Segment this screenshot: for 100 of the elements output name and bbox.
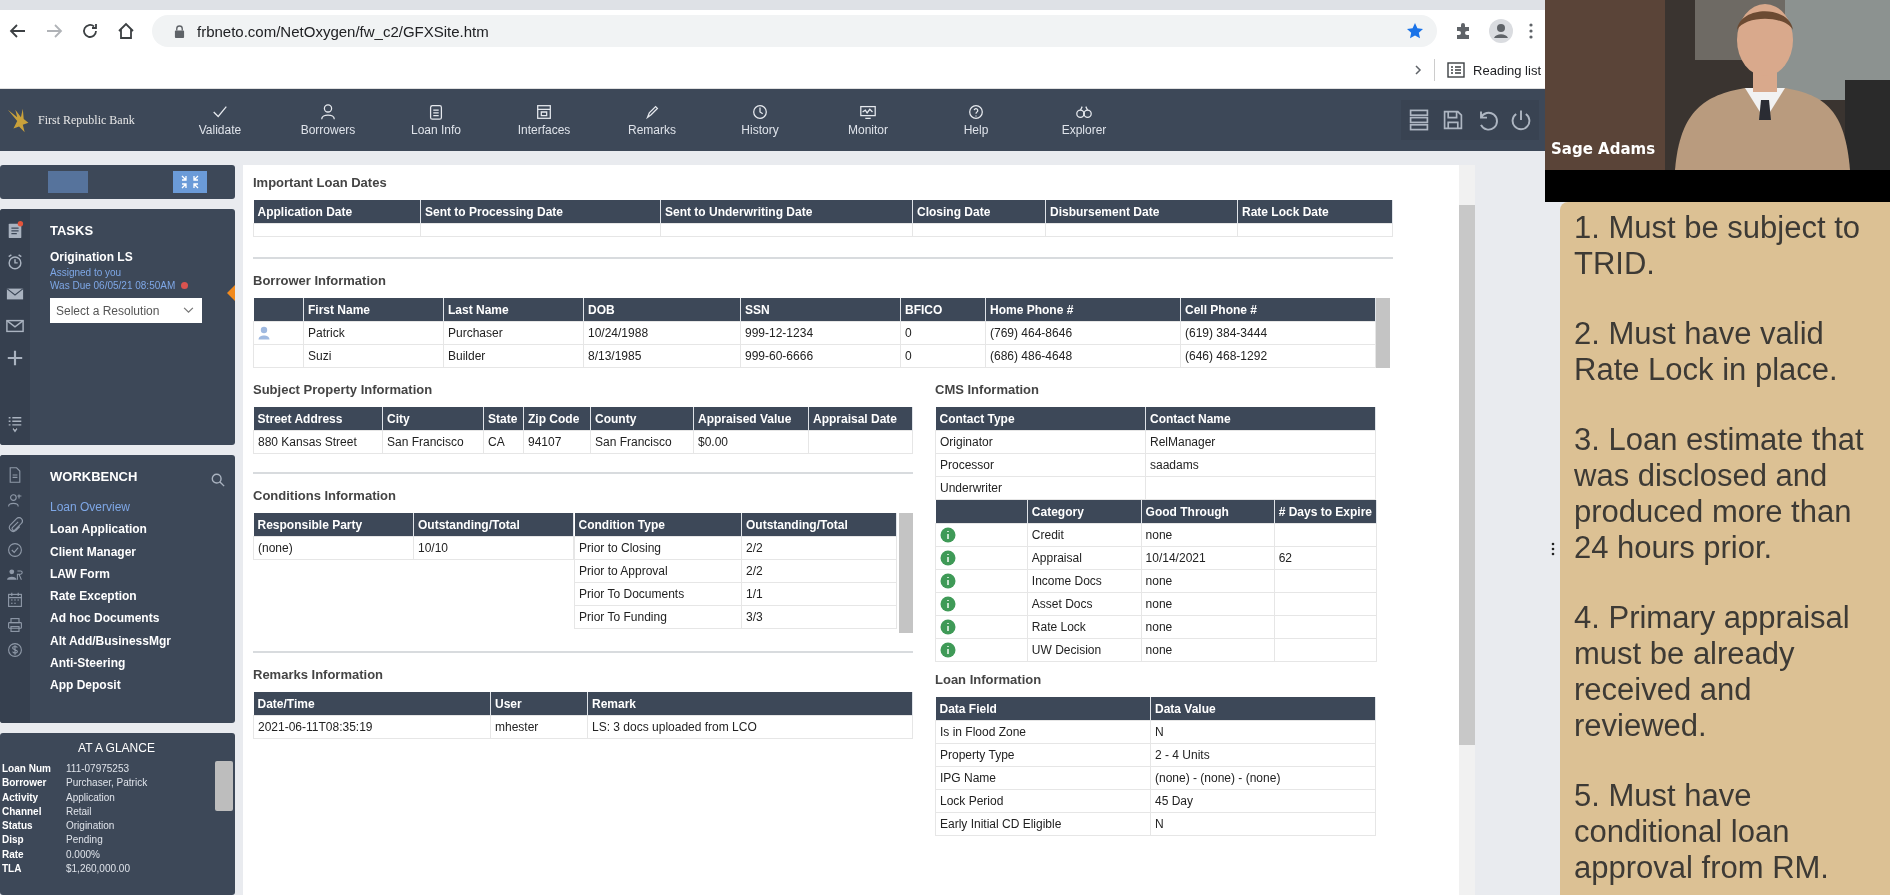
save-icon[interactable]: [1441, 108, 1465, 132]
printer-icon[interactable]: [7, 617, 23, 633]
workbench-link[interactable]: Anti-Steering: [50, 652, 225, 675]
collapse-button[interactable]: [173, 171, 207, 193]
field-value: Origination: [66, 819, 116, 834]
table-cell: none: [1145, 643, 1173, 657]
chevron-icon[interactable]: [1414, 64, 1423, 76]
table-cell: Purchaser: [448, 326, 503, 340]
home-icon[interactable]: [116, 21, 136, 41]
field-label: Rate: [2, 847, 25, 862]
column-header: Sent to Underwriting Date: [660, 200, 913, 224]
table-cell: 94107: [528, 435, 562, 449]
scroll-thumb[interactable]: [48, 171, 88, 193]
drag-handle-icon[interactable]: [1550, 541, 1555, 556]
field-label: Disp: [2, 833, 25, 848]
table-cell: $0.00: [698, 435, 729, 449]
workbench-link[interactable]: LAW Form: [50, 562, 225, 586]
table-cell: 10/10: [418, 541, 449, 555]
plus-icon[interactable]: [6, 349, 24, 367]
nav-button[interactable]: Monitor: [814, 103, 922, 137]
logo[interactable]: First Republic Bank: [0, 105, 166, 135]
workbench-link[interactable]: Alt Add/BusinessMgr: [50, 629, 225, 653]
table-cell: (none) - (none) - (none): [1155, 771, 1281, 785]
workbench-link[interactable]: Loan Application: [50, 518, 225, 541]
nav-button[interactable]: History: [706, 103, 814, 137]
column-header: Sent to Processing Date: [420, 200, 661, 224]
nav-button[interactable]: Help: [922, 103, 1030, 137]
reading-list-button[interactable]: Reading list: [1447, 62, 1541, 78]
resolution-dropdown[interactable]: Select a Resolution: [50, 298, 202, 323]
column-header: Outstanding/Total: [741, 513, 897, 537]
scrollbar[interactable]: [899, 513, 913, 633]
column-header: Category: [1027, 500, 1142, 524]
search-icon[interactable]: [211, 472, 225, 487]
column-header: Contact Name: [1145, 407, 1376, 431]
table-cell: Asset Docs: [1031, 597, 1093, 611]
table-cell: 10/14/2021: [1145, 551, 1206, 565]
table-cell: Underwriter: [940, 481, 1002, 495]
scrollbar-thumb[interactable]: [1459, 205, 1475, 745]
help-icon: [967, 103, 985, 121]
power-icon[interactable]: [1509, 108, 1533, 132]
add-person-icon[interactable]: [7, 492, 23, 508]
column-header: Date/Time: [253, 692, 491, 716]
monitor-icon: [859, 103, 877, 121]
check-circle-icon[interactable]: [7, 542, 23, 558]
nav-button[interactable]: Remarks: [598, 103, 706, 137]
scrollbar-thumb[interactable]: [215, 761, 233, 811]
table-cell: LS: 3 docs uploaded from LCO: [592, 720, 757, 734]
table-cell: 62: [1278, 551, 1292, 565]
paperclip-icon[interactable]: [7, 517, 23, 533]
document-icon[interactable]: [7, 467, 23, 483]
table-cell: 999-60-6666: [745, 349, 814, 363]
nav-button[interactable]: Loan Info: [382, 103, 490, 137]
calendar-icon[interactable]: [7, 592, 23, 608]
column-header: Cell Phone #: [1180, 298, 1376, 322]
workbench-link[interactable]: Client Manager: [50, 540, 225, 563]
table-cell: 0: [905, 349, 912, 363]
column-header: Remark: [587, 692, 913, 716]
participant-name: Sage Adams: [1551, 140, 1656, 158]
layout-icon[interactable]: [1407, 108, 1431, 132]
status-icon: [940, 642, 956, 658]
table-cell: Credit: [1031, 528, 1064, 542]
alarm-clock-icon[interactable]: [6, 253, 24, 271]
task-name[interactable]: Origination LS: [50, 250, 225, 264]
table-cell: San Francisco: [387, 435, 464, 449]
nav-button[interactable]: Explorer: [1030, 103, 1138, 137]
column-header: Contact Type: [935, 407, 1146, 431]
nav-button[interactable]: Validate: [166, 103, 274, 137]
nav-button[interactable]: Interfaces: [490, 103, 598, 137]
status-icon: [940, 527, 956, 543]
envelope-icon[interactable]: [6, 317, 24, 335]
note-text: 3. Loan estimate that was disclosed and produced more than 24 hours prior.: [1574, 422, 1865, 566]
clipboard-icon[interactable]: [6, 221, 24, 239]
workbench-link[interactable]: Loan Overview: [50, 496, 225, 519]
table-cell: 0: [905, 326, 912, 340]
people-icon[interactable]: [7, 567, 23, 583]
section-title: Borrower Information: [253, 272, 387, 290]
table-cell: Prior To Documents: [579, 587, 685, 601]
star-icon[interactable]: [1405, 21, 1425, 41]
table-cell: 2/2: [746, 564, 763, 578]
status-icon: [940, 596, 956, 612]
scrollbar[interactable]: [1376, 298, 1390, 368]
avatar-icon[interactable]: [1489, 19, 1513, 43]
nav-button[interactable]: Borrowers: [274, 103, 382, 137]
workbench-link[interactable]: Rate Exception: [50, 585, 225, 608]
clock-icon: [751, 103, 769, 121]
address-bar[interactable]: frbneto.com/NetOxygen/fw_c2/GFXSite.htm: [152, 15, 1437, 47]
reload-icon[interactable]: [80, 21, 100, 41]
table-cell: N: [1155, 817, 1164, 831]
table-cell: Prior to Approval: [579, 564, 668, 578]
column-header: Disbursement Date: [1045, 200, 1238, 224]
table-cell: Early Initial CD Eligible: [940, 817, 1062, 831]
column-header: BFICO: [900, 298, 986, 322]
table-cell: 2021-06-11T08:35:19: [258, 720, 373, 734]
list-icon[interactable]: [6, 415, 24, 433]
dollar-icon[interactable]: [7, 642, 23, 658]
list-icon: [1447, 62, 1466, 78]
building-icon: [427, 103, 445, 121]
workbench-link[interactable]: App Deposit: [50, 674, 225, 697]
menu-icon[interactable]: [1529, 23, 1533, 39]
workbench-link[interactable]: Ad hoc Documents: [50, 607, 225, 630]
